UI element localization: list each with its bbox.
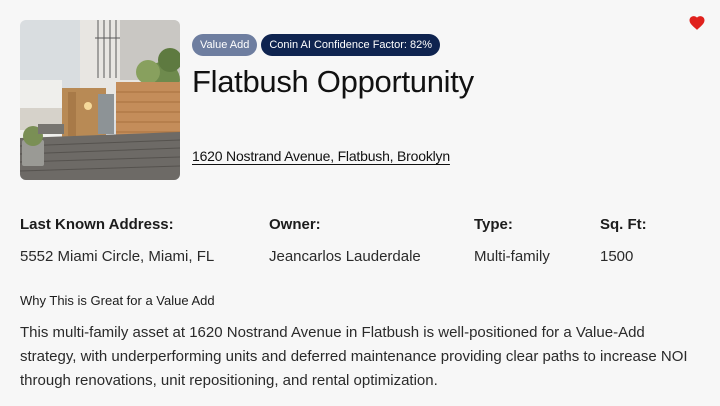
value-add-badge: Value Add <box>192 34 258 56</box>
owner: Owner: Jeancarlos Lauderdale <box>269 216 421 265</box>
square-footage: Sq. Ft: 1500 <box>600 216 647 265</box>
owner-label: Owner: <box>269 216 321 233</box>
badge-group: Value Add Conin AI Confidence Factor: 82… <box>192 34 440 56</box>
type-label: Type: <box>474 216 513 233</box>
sqft-value: 1500 <box>600 248 634 265</box>
last-known-address-label: Last Known Address: <box>20 216 174 233</box>
property-photo[interactable] <box>20 20 180 180</box>
type-value: Multi-family <box>474 248 550 265</box>
why-heading: Why This is Great for a Value Add <box>20 293 215 308</box>
property-type: Type: Multi-family <box>474 216 550 265</box>
property-title: Flatbush Opportunity <box>192 64 474 99</box>
heart-icon[interactable] <box>688 14 706 32</box>
last-known-address: Last Known Address: 5552 Miami Circle, M… <box>20 216 214 265</box>
last-known-address-value: 5552 Miami Circle, Miami, FL <box>20 248 215 265</box>
property-address-link[interactable]: 1620 Nostrand Avenue, Flatbush, Brooklyn <box>192 148 450 164</box>
sqft-label: Sq. Ft: <box>600 216 647 233</box>
why-description: This multi-family asset at 1620 Nostrand… <box>20 324 688 389</box>
owner-value: Jeancarlos Lauderdale <box>269 248 421 265</box>
confidence-badge: Conin AI Confidence Factor: 82% <box>261 34 440 56</box>
property-card: Value Add Conin AI Confidence Factor: 82… <box>0 0 720 406</box>
